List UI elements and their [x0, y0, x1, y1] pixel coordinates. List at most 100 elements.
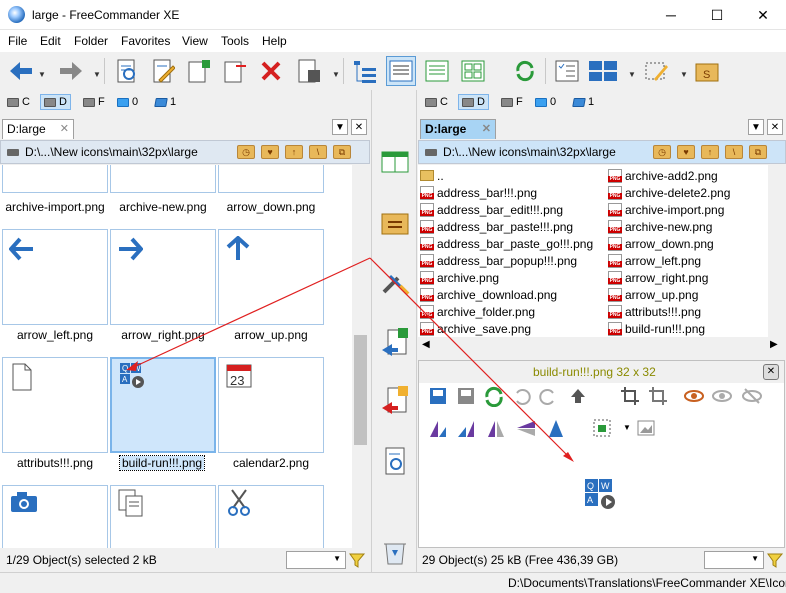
maximize-button[interactable]: ☐: [694, 0, 740, 30]
thumb-label[interactable]: attributs!!!.png: [2, 456, 108, 470]
menu-favorites[interactable]: Favorites: [121, 34, 170, 48]
thumb-label[interactable]: calendar2.png: [218, 456, 324, 470]
eye-hide-icon[interactable]: [741, 385, 763, 407]
crop-add-icon[interactable]: [647, 385, 669, 407]
file-item[interactable]: archive-add2.png: [608, 167, 718, 184]
delete-button[interactable]: [256, 56, 286, 86]
drive-f-right[interactable]: F: [498, 94, 526, 110]
tree-view-button[interactable]: [350, 56, 380, 86]
thumb-label[interactable]: arrow_left.png: [2, 328, 108, 342]
select-dropdown[interactable]: ▼: [623, 423, 631, 432]
minimize-button[interactable]: ─: [648, 0, 694, 30]
copy-path-icon[interactable]: ⧉: [749, 145, 767, 159]
file-item[interactable]: address_bar_popup!!!.png: [420, 252, 577, 269]
properties-button[interactable]: [294, 56, 324, 86]
thumb-label[interactable]: arrow_down.png: [218, 200, 324, 214]
eye-check-icon[interactable]: [711, 385, 733, 407]
left-path[interactable]: D:\...\New icons\main\32px\large: [25, 145, 198, 159]
thumb-label[interactable]: arrow_right.png: [110, 328, 216, 342]
close-panel-button[interactable]: ✕: [351, 119, 367, 135]
eye-icon[interactable]: [683, 385, 705, 407]
file-item[interactable]: arrow_down.png: [608, 235, 714, 252]
file-item[interactable]: address_bar_edit!!!.png: [420, 201, 563, 218]
drive-d-right[interactable]: D: [458, 94, 489, 110]
move-button[interactable]: [220, 56, 250, 86]
menu-tools[interactable]: Tools: [221, 34, 249, 48]
root-folder-icon[interactable]: \: [725, 145, 743, 159]
back-dropdown[interactable]: ▼: [38, 70, 46, 79]
select-area-icon[interactable]: [591, 417, 613, 439]
thumb-cell[interactable]: [110, 229, 216, 325]
crop-icon[interactable]: [619, 385, 641, 407]
thumbnail-view-button[interactable]: [458, 56, 488, 86]
file-item[interactable]: archive_folder.png: [420, 303, 535, 320]
file-item[interactable]: archive_download.png: [420, 286, 557, 303]
save-image-icon[interactable]: [427, 385, 449, 407]
thumb-label[interactable]: archive-import.png: [2, 200, 108, 214]
close-button[interactable]: ✕: [740, 0, 786, 30]
select-button[interactable]: [642, 56, 672, 86]
forward-button[interactable]: [56, 56, 86, 86]
thumb-cell[interactable]: [2, 485, 108, 548]
drive-c-left[interactable]: C: [4, 94, 33, 110]
thumb-cell[interactable]: 23: [218, 357, 324, 453]
thumb-cell-selected[interactable]: QWA: [110, 357, 216, 453]
left-vertical-scrollbar[interactable]: [352, 165, 369, 548]
folder-size-button[interactable]: S: [692, 56, 722, 86]
redo-icon[interactable]: [537, 385, 559, 407]
file-item[interactable]: address_bar!!!.png: [420, 184, 537, 201]
file-item[interactable]: arrow_left.png: [608, 252, 701, 269]
parent-dir-item[interactable]: ..: [420, 167, 444, 184]
checklist-button[interactable]: [552, 56, 582, 86]
flip-vertical-icon[interactable]: [515, 417, 537, 439]
drive-0-right[interactable]: 0: [532, 94, 559, 110]
file-item[interactable]: archive-new.png: [608, 218, 712, 235]
back-button[interactable]: [6, 56, 36, 86]
refresh-image-icon[interactable]: [483, 385, 505, 407]
rotate-right-icon[interactable]: [455, 417, 477, 439]
flip-horizontal-icon[interactable]: [485, 417, 507, 439]
drive-f-left[interactable]: F: [80, 94, 108, 110]
drive-1-right[interactable]: 1: [570, 94, 597, 110]
filter-icon[interactable]: [348, 552, 366, 568]
thumb-cell[interactable]: [218, 229, 324, 325]
save-as-image-icon[interactable]: [455, 385, 477, 407]
file-item[interactable]: address_bar_paste_go!!!.png: [420, 235, 593, 252]
left-filter-combo[interactable]: ▼: [286, 551, 346, 569]
file-item[interactable]: arrow_up.png: [608, 286, 698, 303]
root-folder-icon[interactable]: \: [309, 145, 327, 159]
history-folder-icon[interactable]: ◷: [653, 145, 671, 159]
tab-menu-button[interactable]: ▼: [748, 119, 764, 135]
properties-dropdown[interactable]: ▼: [332, 70, 340, 79]
parent-folder-icon[interactable]: ↑: [701, 145, 719, 159]
thumb-label-selected[interactable]: build-run!!!.png: [118, 455, 206, 471]
drive-0-left[interactable]: 0: [114, 94, 141, 110]
file-item[interactable]: archive.png: [420, 269, 499, 286]
thumb-label[interactable]: archive-new.png: [110, 200, 216, 214]
history-folder-icon[interactable]: ◷: [237, 145, 255, 159]
close-panel-button[interactable]: ✕: [767, 119, 783, 135]
thumb-cell[interactable]: [218, 165, 324, 193]
drive-d-left[interactable]: D: [40, 94, 71, 110]
upload-icon[interactable]: [567, 385, 589, 407]
file-item[interactable]: archive_save.png: [420, 320, 531, 337]
thumb-cell[interactable]: [2, 229, 108, 325]
forward-dropdown[interactable]: ▼: [93, 70, 101, 79]
new-file-button[interactable]: [184, 56, 214, 86]
select-dropdown[interactable]: ▼: [680, 70, 688, 79]
favorites-folder-icon[interactable]: ♥: [261, 145, 279, 159]
menu-folder[interactable]: Folder: [74, 34, 108, 48]
close-tab-icon[interactable]: ✕: [482, 122, 491, 135]
list-view-button[interactable]: [422, 56, 452, 86]
edit-file-button[interactable]: [148, 56, 178, 86]
close-tab-icon[interactable]: ✕: [60, 122, 69, 135]
triangle-icon[interactable]: [545, 417, 567, 439]
menu-edit[interactable]: Edit: [40, 34, 61, 48]
tab-right-large[interactable]: D:large ✕: [420, 119, 496, 139]
file-item[interactable]: address_bar_paste!!!.png: [420, 218, 573, 235]
view-file-button[interactable]: [112, 56, 142, 86]
details-view-button[interactable]: [386, 56, 416, 86]
thumb-cell[interactable]: [2, 165, 108, 193]
right-path[interactable]: D:\...\New icons\main\32px\large: [443, 145, 616, 159]
parent-folder-icon[interactable]: ↑: [285, 145, 303, 159]
